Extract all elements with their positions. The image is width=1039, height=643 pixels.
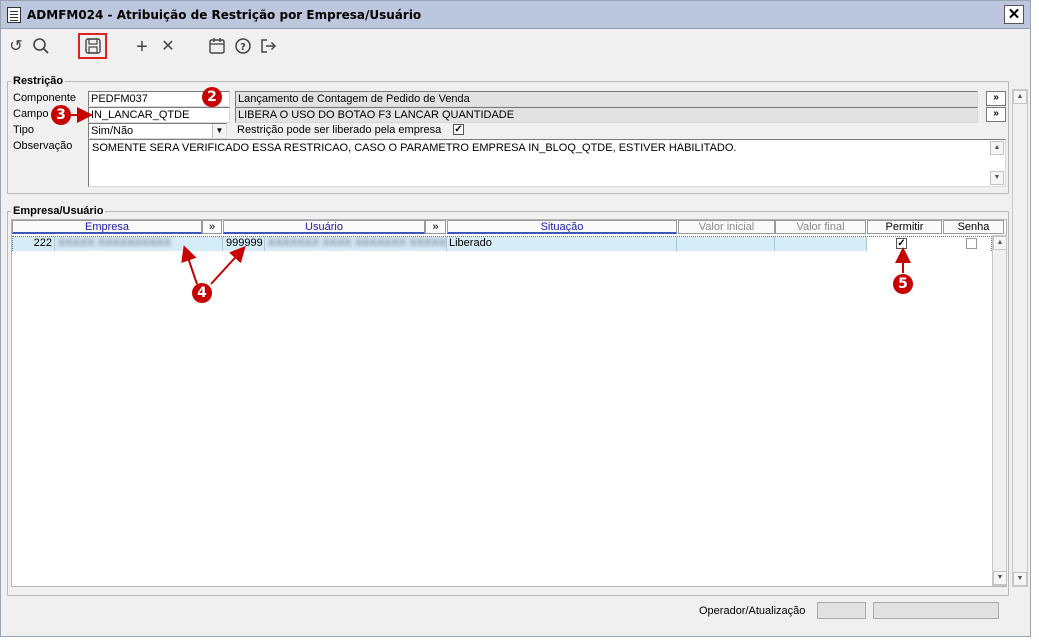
main-window: ADMFM024 - Atribuição de Restrição por E… bbox=[0, 0, 1031, 637]
callout-badge-3: 3 bbox=[51, 105, 71, 125]
annotation-arrows bbox=[71, 107, 911, 285]
callout-badge-4: 4 bbox=[192, 283, 212, 303]
callout-badge-5: 5 bbox=[893, 274, 913, 294]
callout-badge-2: 2 bbox=[202, 87, 222, 107]
